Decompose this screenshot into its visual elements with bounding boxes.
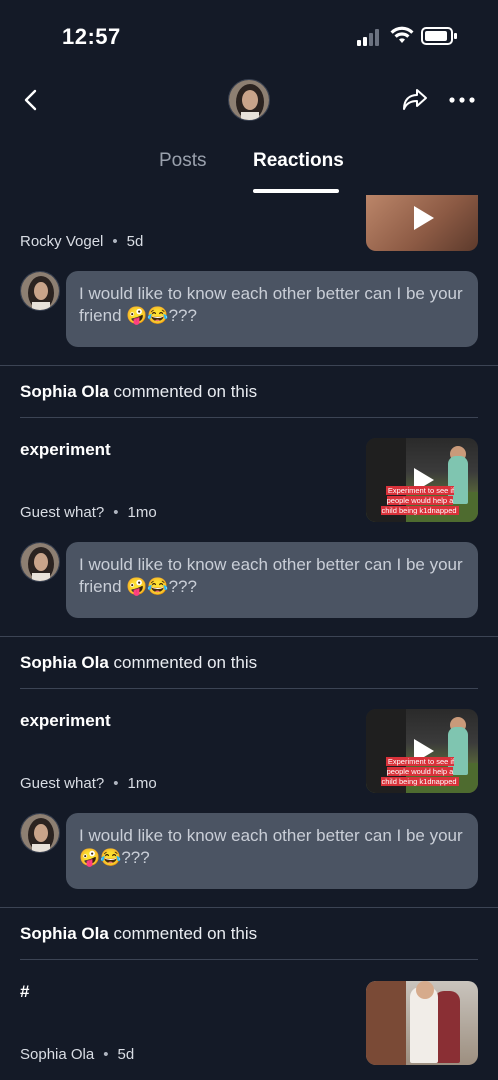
post-author: Guest what? [20, 504, 105, 521]
activity-text: commented on this [113, 382, 258, 401]
divider [0, 907, 498, 908]
commenter-name[interactable]: Sophia Ola [20, 382, 109, 401]
comment-avatar[interactable] [20, 271, 60, 311]
post-meta: Sophia Ola • 5d [20, 1046, 135, 1063]
post-thumbnail[interactable] [366, 981, 478, 1065]
comment-avatar[interactable] [20, 813, 60, 853]
post-title[interactable]: experiment [20, 440, 111, 460]
comment-activity-header: Sophia Ola commented on this [20, 382, 257, 402]
divider [0, 365, 498, 366]
reactions-feed[interactable]: Rocky Vogel • 5d I would like to know each… [0, 195, 498, 1080]
post-author: Guest what? [20, 775, 105, 792]
post-meta: Guest what? • 1mo [20, 504, 157, 521]
comment-activity-header: Sophia Ola commented on this [20, 653, 257, 673]
battery-icon [421, 27, 457, 45]
post-thumbnail[interactable]: Experiment to see if people would help a… [366, 709, 478, 793]
divider [20, 959, 478, 960]
comment-activity-header: Sophia Ola commented on this [20, 924, 257, 944]
more-options-icon[interactable] [448, 92, 476, 108]
post-author: Rocky Vogel [20, 233, 104, 250]
post-age: 1mo [127, 504, 157, 521]
profile-avatar[interactable] [228, 79, 270, 121]
back-chevron-icon[interactable] [18, 86, 46, 114]
post-age: 5d [117, 1046, 135, 1063]
cellular-signal-icon [357, 28, 383, 46]
commenter-name[interactable]: Sophia Ola [20, 653, 109, 672]
divider [0, 636, 498, 637]
status-bar: 12:57 [0, 0, 498, 70]
post-author: Sophia Ola [20, 1046, 95, 1063]
post-age: 1mo [127, 775, 157, 792]
post-age: 5d [126, 233, 144, 250]
comment-bubble: I would like to know each other better c… [66, 813, 478, 889]
thumbnail-caption: Experiment to see if people would help a… [381, 757, 459, 786]
divider [20, 417, 478, 418]
activity-text: commented on this [113, 924, 258, 943]
comment-bubble: I would like to know each other better c… [66, 542, 478, 618]
comment-bubble: I would like to know each other better c… [66, 271, 478, 347]
post-title[interactable]: experiment [20, 711, 111, 731]
post-meta: Guest what? • 1mo [20, 775, 157, 792]
post-title[interactable]: # [20, 982, 29, 1002]
thumbnail-caption: Experiment to see if people would help a… [381, 486, 459, 515]
post-thumbnail[interactable] [366, 195, 478, 251]
divider [20, 688, 478, 689]
post-meta: Rocky Vogel • 5d [20, 233, 144, 250]
tab-reactions[interactable]: Reactions [253, 150, 344, 172]
active-tab-indicator [253, 189, 339, 193]
commenter-name[interactable]: Sophia Ola [20, 924, 109, 943]
share-icon[interactable] [400, 84, 430, 114]
status-time: 12:57 [62, 24, 121, 49]
comment-avatar[interactable] [20, 542, 60, 582]
post-thumbnail[interactable]: Experiment to see if people would help a… [366, 438, 478, 522]
wifi-icon [390, 26, 414, 43]
tab-posts[interactable]: Posts [159, 150, 207, 172]
play-icon [414, 206, 434, 230]
activity-text: commented on this [113, 653, 258, 672]
